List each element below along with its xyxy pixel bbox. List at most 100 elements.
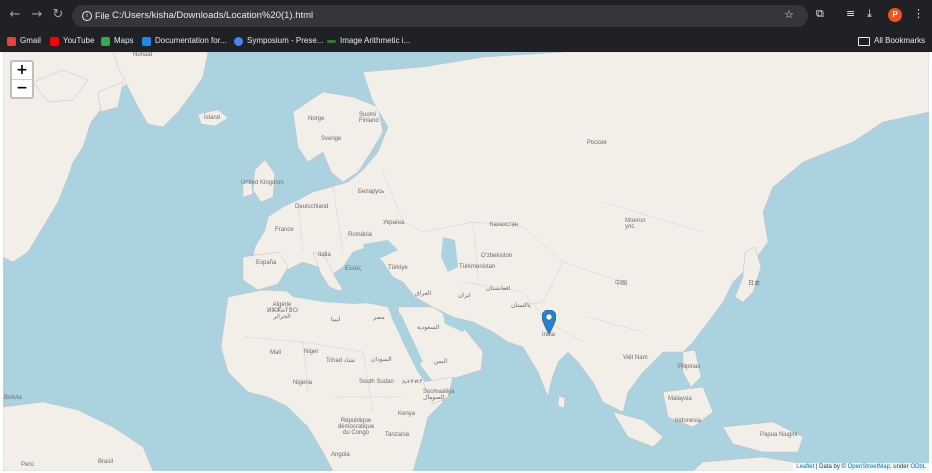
label-ethiopia: ኢትዮጵያ	[402, 379, 423, 385]
bookmark-image-arithmetic[interactable]: Image Arithmetic i...	[327, 34, 410, 48]
label-chad: Tchad تشاد	[326, 358, 356, 364]
label-china: 中国	[615, 281, 628, 287]
all-bookmarks-label: All Bookmarks	[874, 36, 926, 45]
label-bolivia: Bolivia	[4, 395, 22, 401]
label-belarus: Беларусь	[358, 189, 385, 195]
odbl-link[interactable]: ODbL	[910, 464, 926, 470]
label-iraq: العراق	[415, 291, 432, 297]
label-malaysia: Malaysia	[668, 396, 692, 402]
symposium-icon	[234, 36, 243, 46]
folder-icon	[858, 36, 870, 46]
leaflet-link[interactable]: Leaflet	[796, 464, 814, 470]
bookmark-label: Documentation for...	[155, 36, 227, 45]
zoom-out-button[interactable]: −	[12, 80, 32, 97]
label-sweden: Sverige	[321, 136, 342, 142]
label-drc: République démocratique du Congo	[337, 418, 375, 436]
label-south-sudan: South Sudan	[359, 379, 394, 385]
bookmark-star-icon[interactable]: ☆	[784, 8, 794, 21]
label-philippines: Pilipinas	[678, 364, 701, 370]
label-kenya: Kenya	[398, 411, 416, 417]
gmail-icon	[7, 36, 16, 46]
bookmark-maps[interactable]: Maps	[101, 34, 134, 48]
bookmark-label: Symposium - Prese...	[247, 36, 324, 45]
profile-avatar[interactable]: P	[888, 8, 902, 22]
label-kazakhstan: Казахстан	[490, 222, 519, 228]
label-greenland: Nunaat	[133, 52, 153, 58]
label-turkey: Türkiye	[388, 265, 408, 271]
bookmark-symposium[interactable]: Symposium - Prese...	[234, 34, 323, 48]
label-ukraine: Україна	[383, 220, 405, 226]
label-nigeria: Nigeria	[293, 380, 313, 386]
label-brazil: Brasil	[98, 459, 114, 465]
label-indonesia: Indonesia	[675, 418, 702, 424]
label-mali: Mali	[270, 350, 282, 356]
bookmark-gmail[interactable]: Gmail	[7, 34, 41, 48]
bookmark-label: Gmail	[20, 36, 41, 45]
bookmark-label: Image Arithmetic i...	[340, 36, 411, 45]
label-sudan: السودان	[371, 357, 392, 363]
leaflet-map[interactable]: Nunaat Ísland Norge Suomi Finland Sverig…	[3, 52, 929, 471]
reading-list-icon[interactable]: ≡	[846, 7, 855, 20]
borneo-sumatra	[612, 386, 714, 448]
label-france: France	[275, 227, 294, 233]
label-niger: Niger	[304, 349, 319, 355]
label-japan: 日本	[748, 281, 761, 287]
label-greece: Ελλάς	[345, 266, 362, 272]
extensions-icon[interactable]: ⧉	[816, 7, 824, 21]
bookmark-documentation[interactable]: Documentation for...	[142, 34, 227, 48]
label-iran: ایران	[458, 293, 471, 299]
browser-toolbar: ← → ↻ i File C:/Users/kisha/Downloads/Lo…	[0, 0, 932, 31]
info-icon: i	[82, 11, 92, 21]
label-finland: Suomi Finland	[359, 112, 379, 124]
attribution-sep: | Data by ©	[814, 464, 848, 470]
label-italy: Italia	[318, 252, 331, 258]
osm-link[interactable]: OpenStreetMap	[848, 464, 890, 470]
label-angola: Angola	[331, 452, 350, 458]
greenland-landmass	[112, 52, 209, 128]
label-iceland: Ísland	[204, 115, 221, 121]
label-mongolia: Монгол улс	[625, 218, 646, 230]
label-yemen: اليمن	[434, 359, 448, 365]
label-algeria: Algérie ⵍⵣⵣⴰⵢⴻⵔ الجزائر	[267, 302, 299, 320]
label-peru: Perú	[21, 462, 34, 468]
sri-lanka	[557, 395, 566, 409]
label-pakistan: پاکستان	[511, 303, 531, 309]
forward-icon[interactable]: →	[30, 8, 44, 22]
address-bar[interactable]: i File C:/Users/kisha/Downloads/Location…	[72, 5, 808, 27]
browser-chrome: ← → ↻ i File C:/Users/kisha/Downloads/Lo…	[0, 0, 932, 52]
reload-icon[interactable]: ↻	[51, 8, 65, 22]
url-text: C:/Users/kisha/Downloads/Location%20(1).…	[112, 10, 314, 21]
label-russia: Россия	[587, 140, 607, 146]
location-marker[interactable]	[542, 310, 556, 334]
zoom-in-button[interactable]: +	[12, 62, 32, 80]
bookmark-youtube[interactable]: YouTube	[50, 34, 94, 48]
maps-icon	[101, 36, 110, 46]
site-info-chip[interactable]: i File	[78, 9, 114, 23]
image-arithmetic-icon	[327, 39, 336, 43]
back-icon[interactable]: ←	[8, 8, 22, 22]
label-tanzania: Tanzania	[385, 432, 410, 438]
all-bookmarks[interactable]: All Bookmarks	[858, 34, 925, 48]
label-united-kingdom: United Kingdom	[241, 180, 284, 186]
label-somalia: Soomaaliya الصومال	[423, 389, 455, 401]
menu-icon[interactable]: ⋮	[913, 7, 924, 20]
map-tiles	[3, 52, 929, 471]
label-saudi-arabia: السعودية	[417, 325, 440, 331]
attribution-under: , under	[889, 464, 911, 470]
label-spain: España	[256, 260, 277, 266]
bookmark-label: YouTube	[63, 36, 95, 45]
label-turkmenistan: Türkmenistan	[459, 264, 496, 270]
label-libya: ليبيا	[331, 317, 341, 323]
vscode-icon	[142, 36, 151, 46]
label-germany: Deutschland	[295, 204, 329, 210]
bookmark-label: Maps	[114, 36, 134, 45]
label-papua-new-guinea: Papua Niugini	[760, 432, 798, 438]
label-norway: Norge	[308, 116, 325, 122]
file-chip-label: File	[95, 11, 110, 21]
zoom-control: + −	[10, 60, 34, 99]
bookmarks-bar: Gmail YouTube Maps Documentation for... …	[0, 31, 932, 52]
download-icon[interactable]: ⤓	[867, 7, 872, 21]
label-vietnam: Việt Nam	[623, 355, 648, 361]
label-egypt: مصر	[373, 315, 385, 321]
map-attribution: Leaflet | Data by © OpenStreetMap, under…	[793, 463, 929, 471]
